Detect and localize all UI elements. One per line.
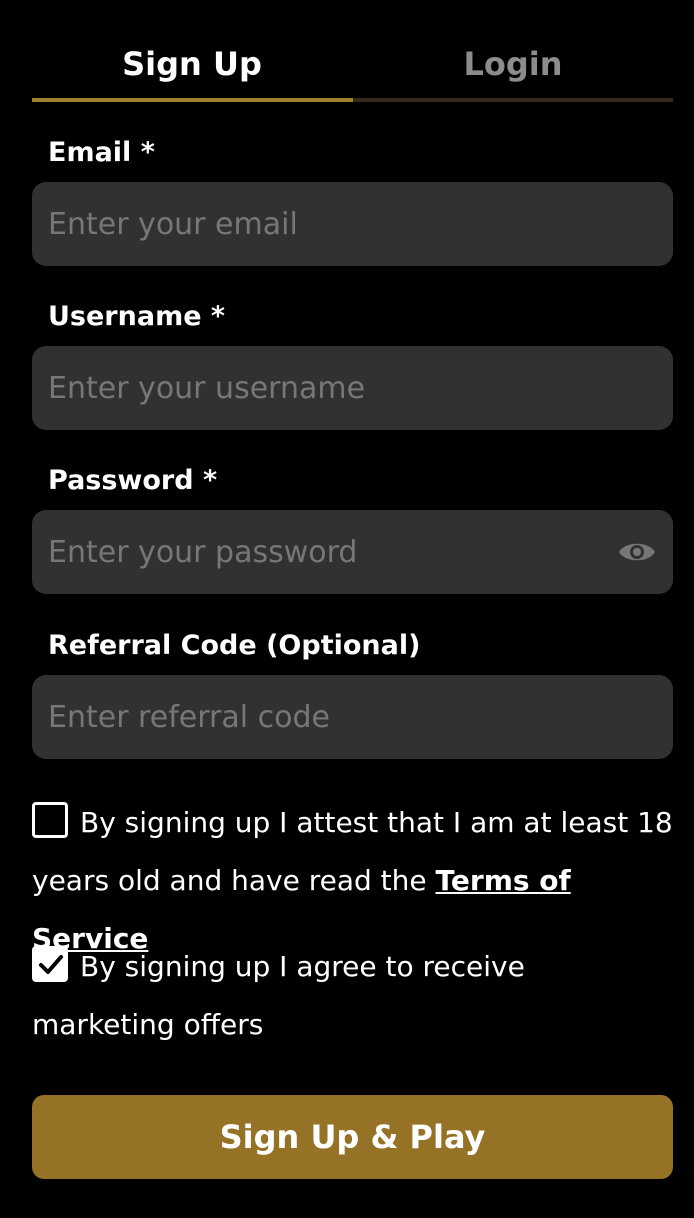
- email-field-container: [32, 182, 673, 266]
- marketing-agreement: By signing up I agree to receive marketi…: [32, 938, 673, 1054]
- tab-active-indicator: [32, 98, 353, 102]
- sign-up-and-play-button[interactable]: Sign Up & Play: [32, 1095, 673, 1179]
- password-field-container: [32, 510, 673, 594]
- email-input[interactable]: [48, 182, 618, 266]
- tab-sign-up[interactable]: Sign Up: [32, 40, 352, 102]
- tab-login[interactable]: Login: [353, 40, 673, 102]
- age-checkbox[interactable]: [32, 802, 68, 838]
- marketing-agreement-text: By signing up I agree to receive marketi…: [32, 950, 525, 1041]
- tab-inactive-indicator: [353, 98, 673, 102]
- username-label: Username *: [48, 301, 226, 332]
- password-label: Password *: [48, 465, 218, 496]
- referral-label: Referral Code (Optional): [48, 630, 421, 661]
- checkmark-icon: [39, 955, 63, 974]
- referral-field-container: [32, 675, 673, 759]
- age-agreement-text: By signing up I attest that I am at leas…: [32, 806, 673, 897]
- password-input[interactable]: [48, 510, 618, 594]
- marketing-checkbox[interactable]: [32, 946, 68, 982]
- auth-tabs: Sign Up Login: [32, 40, 673, 102]
- username-field-container: [32, 346, 673, 430]
- referral-input[interactable]: [48, 675, 618, 759]
- eye-icon[interactable]: [617, 534, 657, 570]
- email-label: Email *: [48, 137, 155, 168]
- username-input[interactable]: [48, 346, 618, 430]
